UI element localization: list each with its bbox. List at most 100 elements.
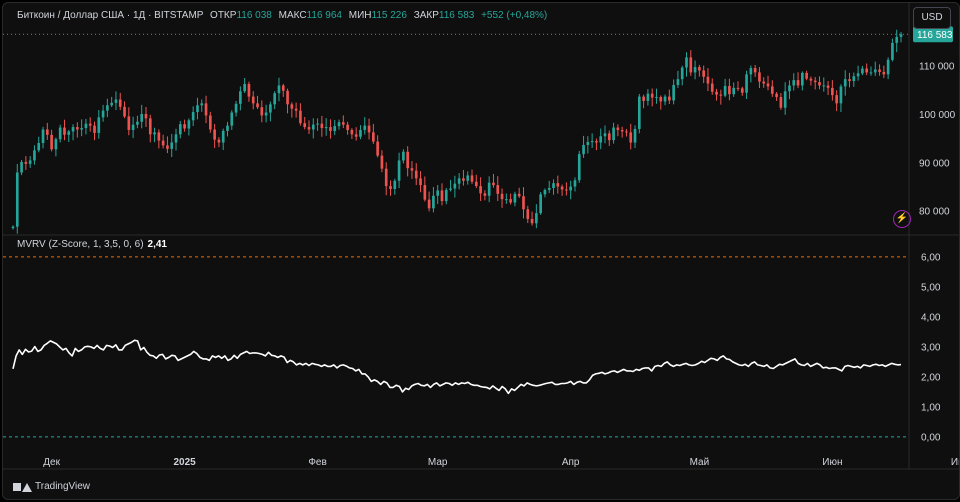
- candle: [642, 96, 645, 101]
- chart-canvas[interactable]: 80 000 90 000 100 000 110 000 116 583 0,00 1,…: [3, 3, 959, 499]
- last-price-label: 116 583: [917, 30, 953, 41]
- candle: [530, 218, 534, 224]
- candle: [54, 139, 58, 150]
- candle: [620, 129, 624, 132]
- candle: [466, 175, 470, 181]
- close-value: 116 583: [438, 10, 475, 21]
- candle: [783, 91, 787, 108]
- candle: [20, 161, 23, 173]
- candle: [882, 71, 886, 75]
- candle: [58, 127, 62, 140]
- candle: [668, 96, 671, 101]
- candle: [170, 142, 174, 149]
- candle: [363, 125, 367, 130]
- price-candles: [11, 29, 903, 234]
- candle: [633, 129, 637, 143]
- close-label: ЗАКР: [413, 10, 439, 21]
- indicator-name[interactable]: MVRV (Z-Score, 1, 3,5, 0, 6): [17, 239, 144, 250]
- candle: [393, 180, 397, 189]
- candle: [127, 116, 131, 130]
- candle: [813, 80, 817, 83]
- candle: [217, 139, 221, 143]
- time-tick-label: Май: [690, 457, 710, 468]
- candle: [153, 132, 156, 135]
- candle: [187, 120, 191, 129]
- candle: [616, 127, 620, 130]
- candle: [886, 59, 890, 75]
- candle: [101, 110, 105, 118]
- tradingview-logo[interactable]: TradingView: [13, 481, 90, 492]
- candle: [264, 112, 268, 116]
- candle: [294, 108, 298, 111]
- mvrv-tick-label: 5,00: [921, 282, 941, 293]
- candle: [329, 127, 332, 131]
- candle: [50, 134, 53, 150]
- candle: [67, 131, 71, 135]
- candle: [389, 186, 392, 189]
- candle: [470, 175, 474, 182]
- high-value: 116 964: [306, 10, 342, 21]
- candle: [251, 96, 255, 104]
- candle: [243, 84, 246, 92]
- candle: [809, 78, 813, 81]
- candle: [286, 90, 289, 105]
- candle: [419, 178, 422, 186]
- candle: [878, 69, 881, 72]
- candle: [449, 188, 452, 190]
- candle: [788, 85, 791, 92]
- symbol-title[interactable]: Биткоин / Доллар США · 1Д · BITSTAMP: [17, 10, 203, 21]
- candle: [856, 73, 860, 77]
- candle: [311, 124, 315, 130]
- candle: [573, 180, 577, 187]
- candle: [535, 213, 538, 224]
- candle: [37, 143, 41, 151]
- candle: [303, 123, 307, 128]
- candle: [865, 68, 869, 73]
- price-axis: 80 000 90 000 100 000 110 000 116 583: [913, 26, 956, 218]
- candle: [792, 80, 796, 86]
- lightning-icon[interactable]: ⚡: [893, 210, 911, 228]
- candle: [239, 91, 242, 104]
- candle: [71, 127, 75, 132]
- candle: [423, 185, 427, 200]
- candle: [745, 74, 748, 93]
- candle: [753, 68, 757, 73]
- mvrv-tick-label: 1,00: [921, 402, 941, 413]
- grid: [3, 3, 959, 470]
- mvrv-tick-label: 2,00: [921, 372, 941, 383]
- high-label: МАКС: [278, 10, 307, 21]
- candle: [526, 209, 530, 219]
- symbol-legend: Биткоин / Доллар США · 1Д · BITSTAMP ОТК…: [17, 10, 547, 21]
- candle: [775, 93, 778, 98]
- price-tick-label: 100 000: [919, 110, 956, 121]
- candle: [599, 136, 603, 143]
- time-tick-label: Мар: [428, 457, 448, 468]
- candle: [144, 114, 148, 119]
- candle: [444, 189, 448, 202]
- candle: [359, 129, 362, 137]
- candle: [805, 72, 808, 79]
- candle: [607, 133, 611, 141]
- candle: [595, 141, 598, 143]
- price-tick-label: 110 000: [919, 62, 955, 73]
- time-tick-label: 2025: [173, 457, 196, 468]
- mvrv-pane: [12, 339, 902, 395]
- candle: [41, 129, 45, 144]
- candle: [655, 97, 658, 99]
- candle: [565, 189, 568, 191]
- candle: [290, 104, 294, 109]
- candle: [380, 155, 384, 169]
- candle: [895, 36, 899, 43]
- candle: [273, 93, 277, 105]
- low-value: 115 226: [371, 10, 407, 21]
- candle: [123, 106, 126, 117]
- candle: [637, 96, 641, 129]
- candle: [397, 160, 401, 181]
- candle: [367, 125, 371, 133]
- candle: [440, 190, 444, 202]
- currency-button[interactable]: USD: [913, 7, 951, 29]
- candle: [432, 195, 435, 209]
- candle: [719, 94, 723, 96]
- candle: [569, 186, 573, 191]
- candle: [436, 190, 440, 196]
